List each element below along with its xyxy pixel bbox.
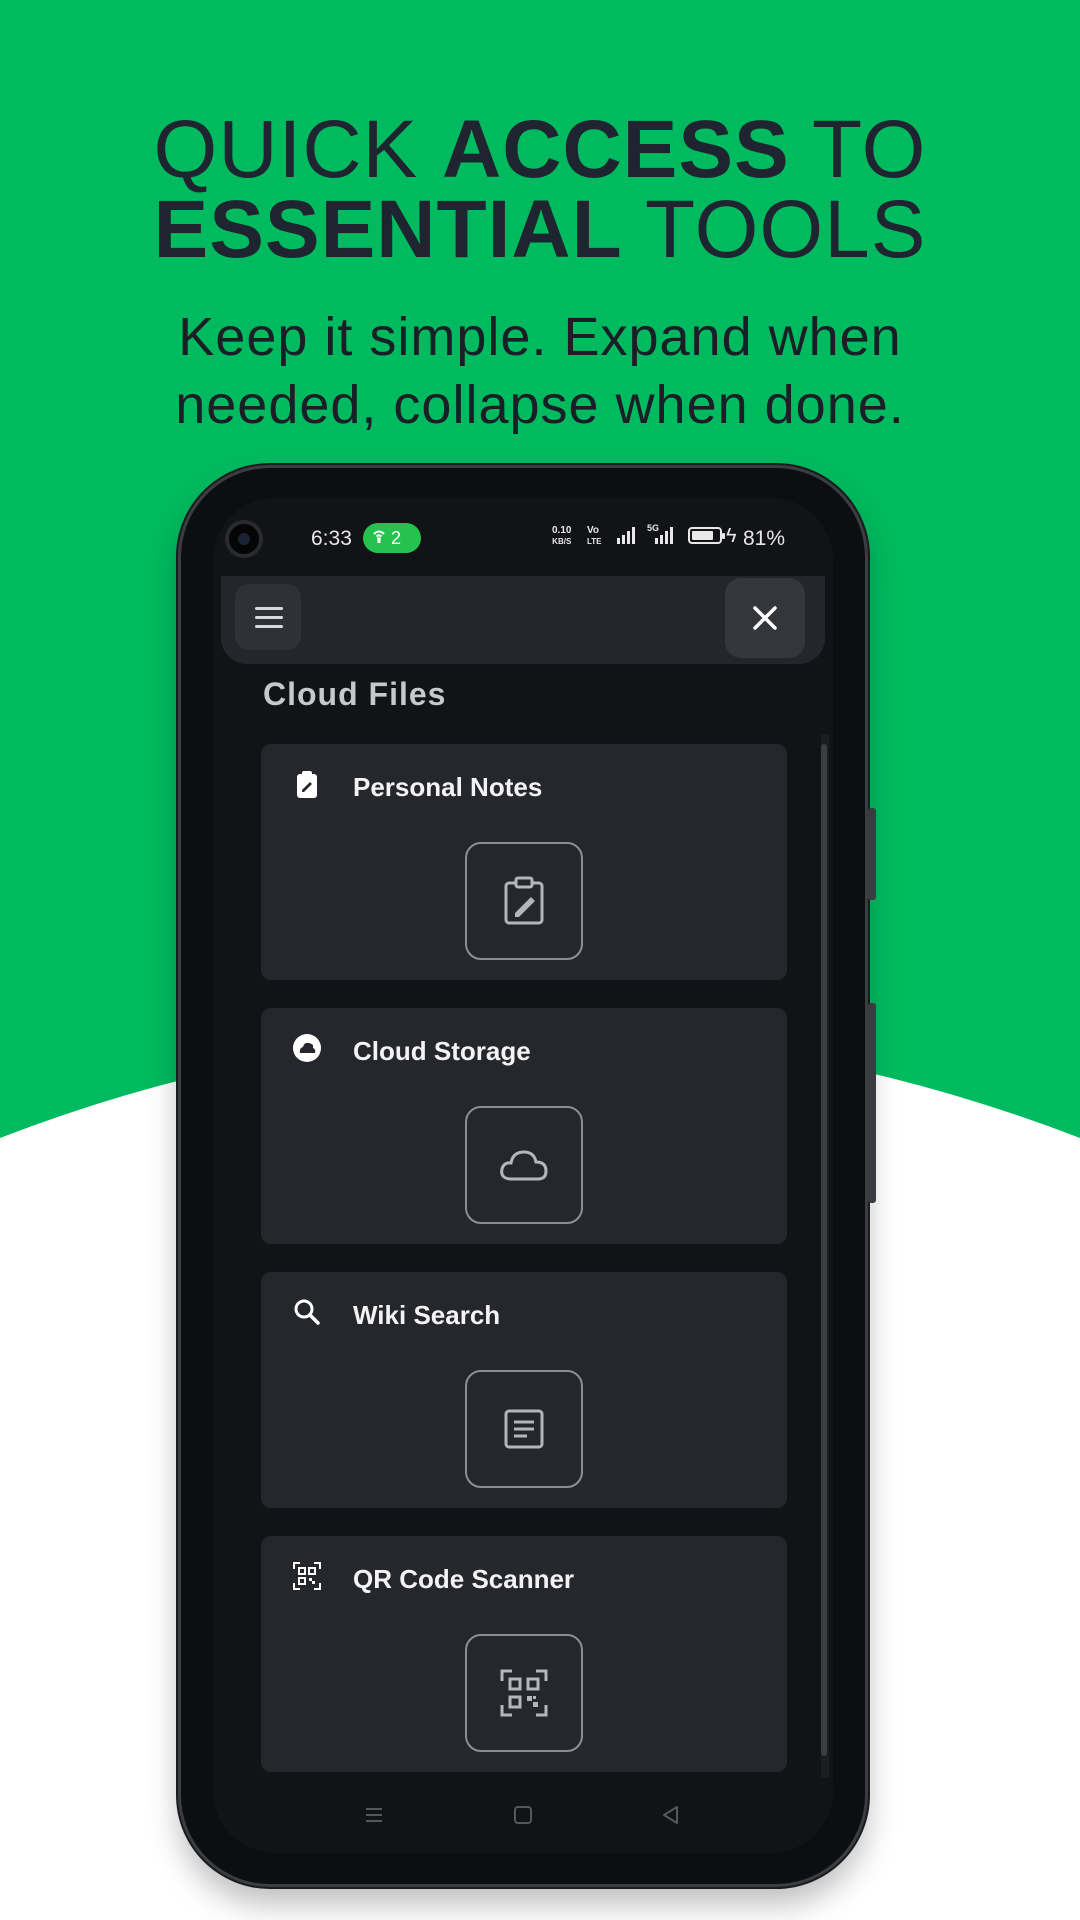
menu-button[interactable] — [235, 584, 301, 650]
hamburger-icon — [255, 607, 283, 628]
headline-word-access: ACCESS — [442, 104, 790, 195]
home-icon[interactable] — [508, 1800, 538, 1830]
net-speed: 0.10 KB/S — [552, 525, 571, 547]
open-cloud-storage-button[interactable] — [465, 1106, 583, 1224]
card-title: Cloud Storage — [353, 1036, 531, 1066]
status-time: 6:33 — [311, 527, 352, 550]
headline-word-essential: ESSENTIAL — [153, 184, 623, 275]
headline-word-quick: QUICK — [153, 104, 443, 195]
battery-percent: 81% — [743, 527, 786, 550]
card-wiki-search[interactable]: Wiki Search — [261, 1272, 787, 1508]
hotspot-indicator: 2 — [363, 523, 421, 553]
open-personal-notes-button[interactable] — [465, 842, 583, 960]
promo-headline: QUICK ACCESS TO ESSENTIAL TOOLS — [0, 109, 1080, 271]
tool-list: Personal Notes Cloud Storage Wiki Search… — [261, 744, 787, 1800]
clipboard-icon — [297, 771, 317, 798]
hotspot-icon — [371, 523, 391, 553]
card-personal-notes[interactable]: Personal Notes — [261, 744, 787, 980]
card-title: Wiki Search — [353, 1300, 501, 1330]
volte-indicator: Vo LTE — [587, 525, 602, 547]
recents-icon[interactable] — [359, 1800, 389, 1830]
volume-button — [868, 808, 876, 900]
headline-line-2: ESSENTIAL TOOLS — [0, 189, 1080, 271]
back-icon[interactable] — [656, 1800, 686, 1830]
signal-5g-icon — [655, 527, 673, 544]
card-cloud-storage[interactable]: Cloud Storage — [261, 1008, 787, 1244]
volte-top: Vo — [587, 525, 600, 536]
search-icon — [294, 1299, 320, 1325]
scrollbar[interactable] — [821, 744, 827, 1756]
close-button[interactable] — [725, 578, 805, 658]
net-speed-unit: KB/S — [552, 537, 572, 546]
article-icon — [504, 1409, 544, 1449]
card-title: Personal Notes — [353, 772, 543, 802]
phone-screen: 6:33 2 0.10 KB/S Vo LTE 5G ϟ 81% Cloud F… — [213, 498, 833, 1853]
front-camera — [225, 520, 263, 558]
hotspot-count: 2 — [391, 528, 402, 548]
open-qr-code-scanner-button[interactable] — [465, 1634, 583, 1752]
close-icon — [753, 606, 777, 630]
phone-frame: 6:33 2 0.10 KB/S Vo LTE 5G ϟ 81% Cloud F… — [178, 465, 876, 1887]
cloud-outline-icon — [500, 1150, 548, 1181]
qr-code-icon — [293, 1562, 321, 1590]
headline-word-tools: TOOLS — [622, 184, 927, 275]
app-bar — [221, 576, 825, 664]
headline-word-to: TO — [789, 104, 927, 195]
battery-nub — [722, 533, 725, 539]
qr-code-icon — [500, 1669, 548, 1717]
navigation-bar — [213, 1778, 833, 1853]
battery-fill — [692, 531, 714, 540]
open-wiki-search-button[interactable] — [465, 1370, 583, 1488]
card-qr-code-scanner[interactable]: QR Code Scanner — [261, 1536, 787, 1772]
cloud-icon — [293, 1034, 321, 1062]
subhead-line-1: Keep it simple. Expand when — [178, 307, 902, 367]
clipboard-edit-icon — [504, 876, 544, 925]
section-title: Cloud Files — [263, 676, 447, 712]
signal-icon — [617, 527, 635, 544]
battery-icon — [688, 527, 725, 544]
net-speed-value: 0.10 — [552, 525, 572, 536]
headline-line-1: QUICK ACCESS TO — [0, 109, 1080, 191]
subhead-line-2: needed, collapse when done. — [175, 375, 905, 435]
status-bar: 6:33 2 0.10 KB/S Vo LTE 5G ϟ 81% — [213, 498, 833, 576]
promo-subheadline: Keep it simple. Expand when needed, coll… — [0, 303, 1080, 439]
power-button — [868, 1003, 876, 1203]
card-title: QR Code Scanner — [353, 1564, 575, 1594]
volte-bottom: LTE — [587, 537, 602, 546]
charging-bolt-icon: ϟ — [726, 525, 737, 547]
